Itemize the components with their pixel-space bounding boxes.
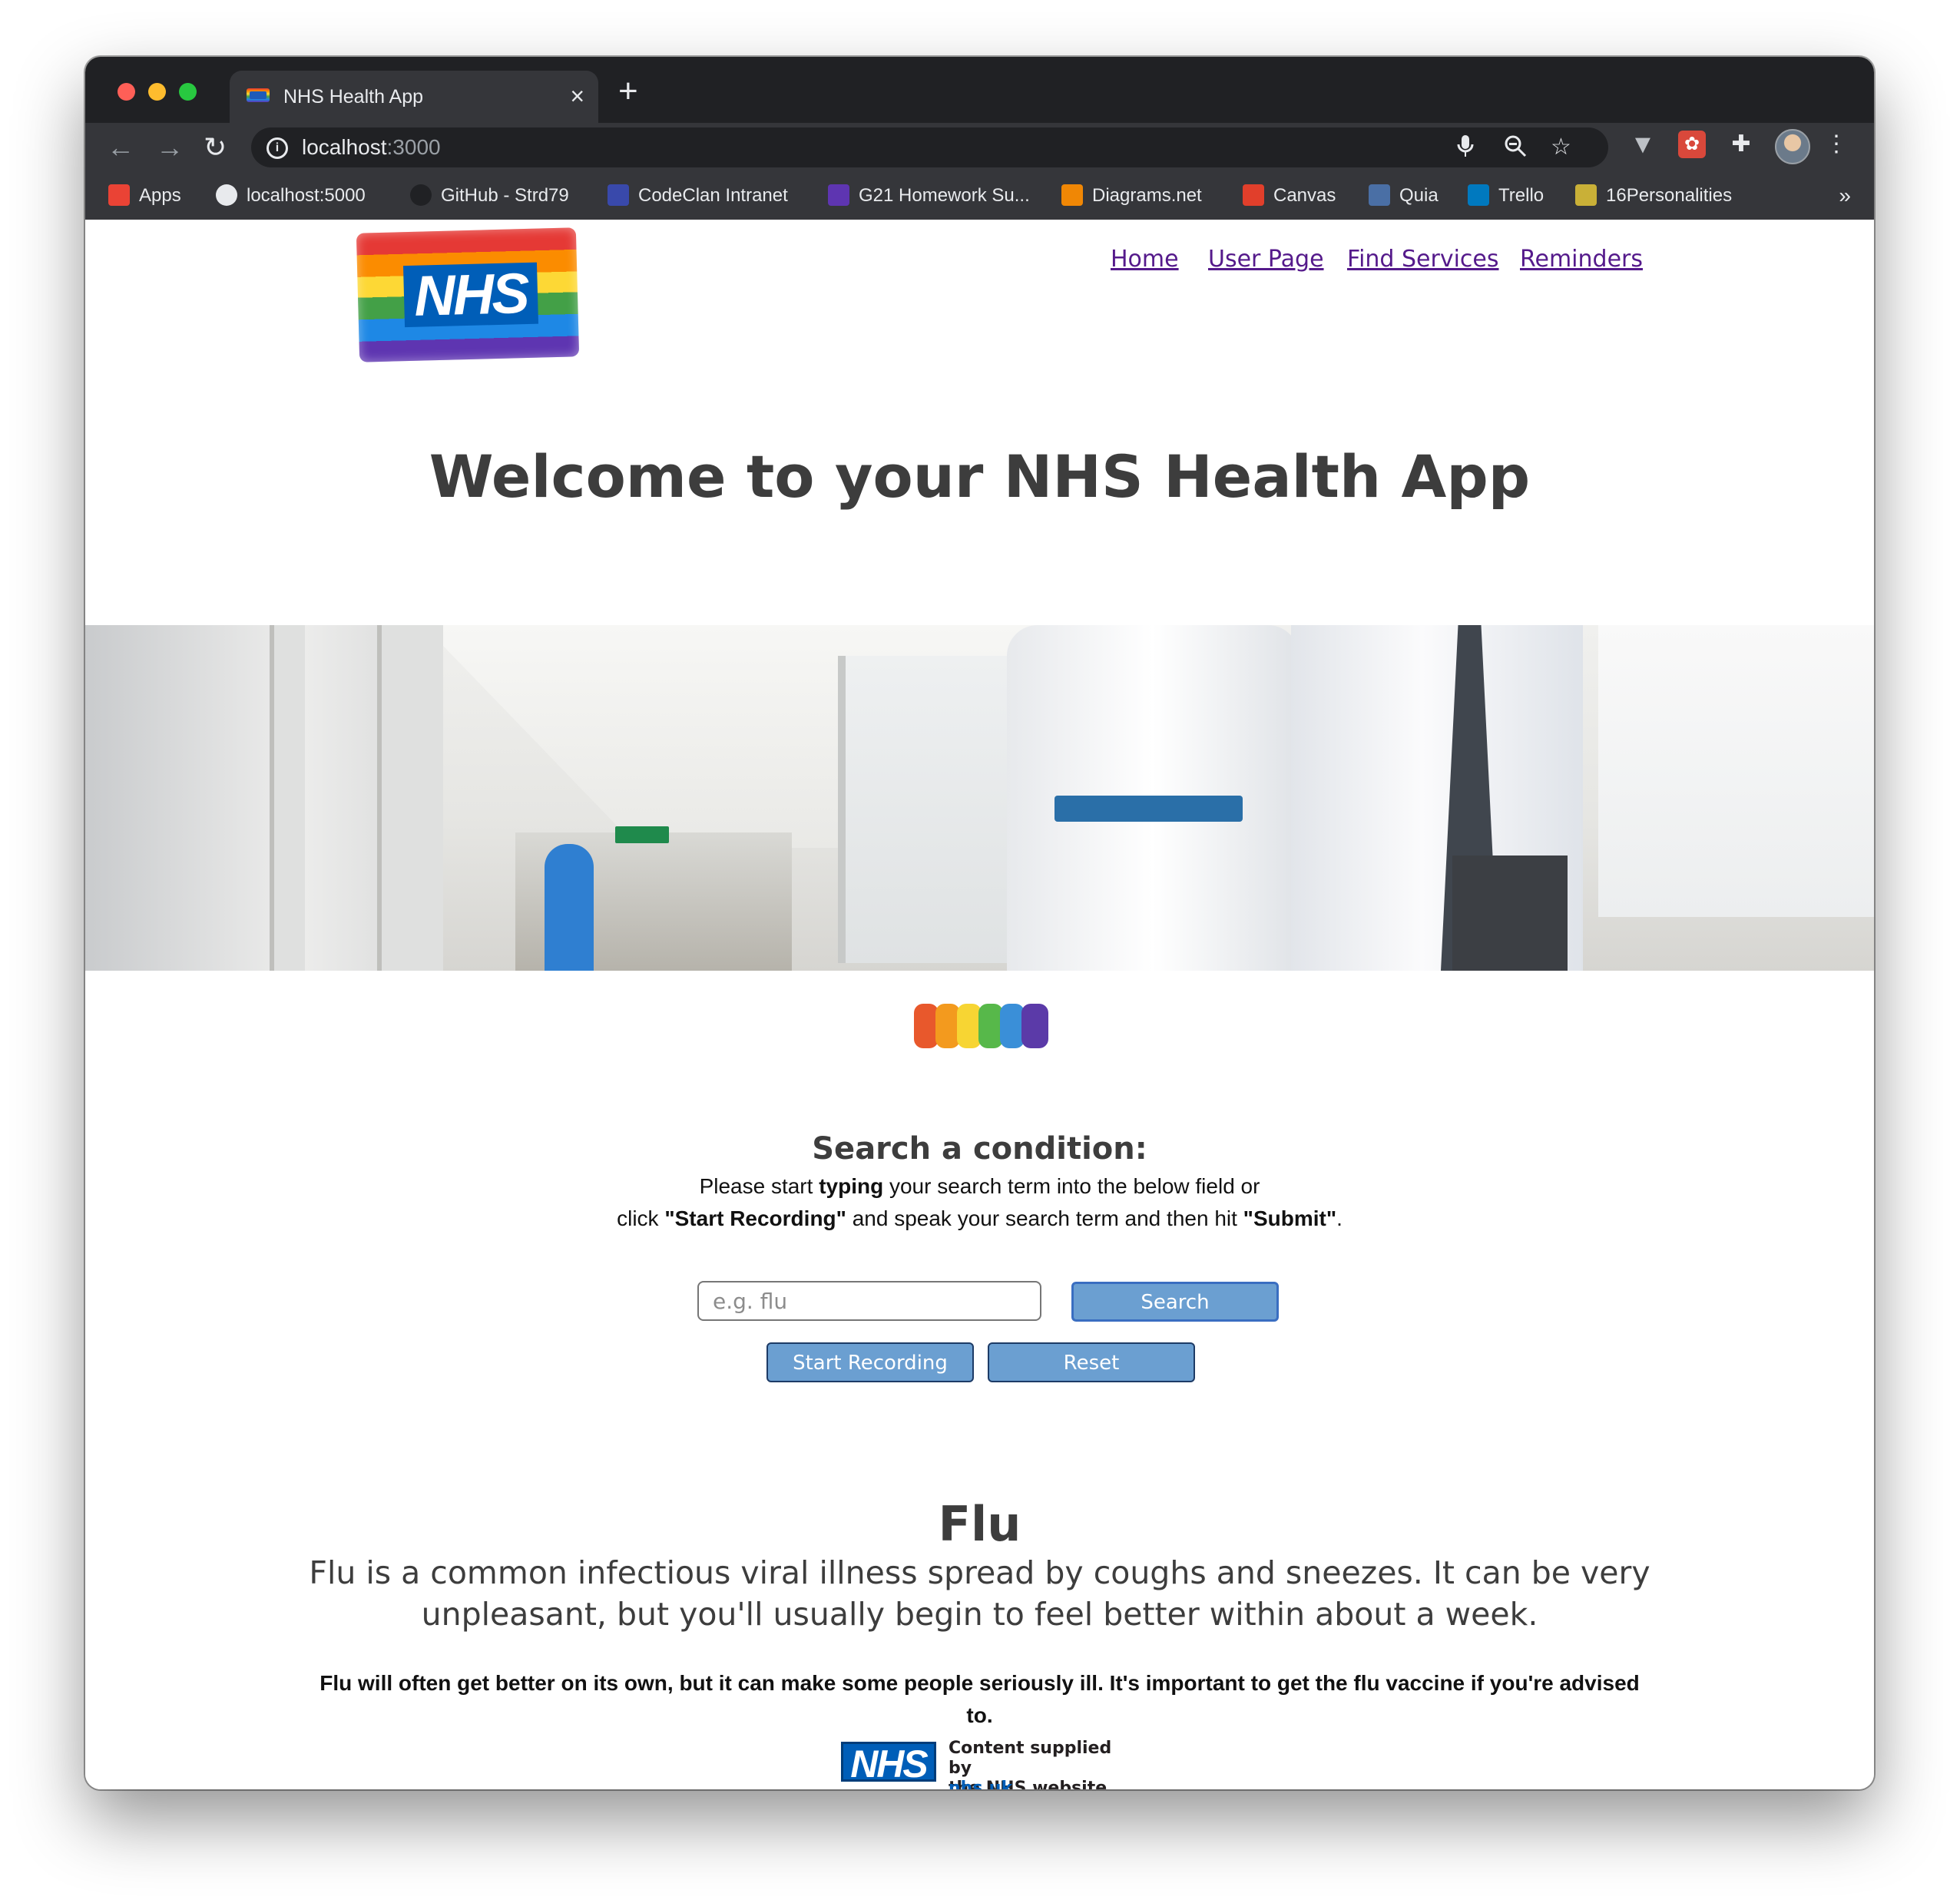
bookmark-star-icon[interactable]: ☆: [1551, 134, 1571, 161]
rainbow-flag-icon: [914, 999, 1048, 1053]
bookmark-label: 16Personalities: [1606, 185, 1733, 206]
instructions-line-1: Please start typing your search term int…: [699, 1174, 1260, 1198]
condition-lead: Flu is a common infectious viral illness…: [309, 1554, 1650, 1633]
nhs-uk-link[interactable]: nhs.uk: [949, 1779, 1012, 1789]
nav-user-page[interactable]: User Page: [1208, 246, 1324, 273]
forward-arrow-icon[interactable]: →: [156, 131, 184, 164]
bookmark-localhost-5000[interactable]: localhost:5000: [216, 183, 366, 209]
bookmark-diagrams-net[interactable]: Diagrams.net: [1061, 183, 1202, 209]
bookmark-label: CodeClan Intranet: [638, 185, 788, 206]
instructions-line-2: click "Start Recording" and speak your s…: [617, 1206, 1343, 1230]
bookmark-quia[interactable]: Quia: [1369, 183, 1439, 209]
bookmark-canvas[interactable]: Canvas: [1243, 183, 1336, 209]
zoom-icon[interactable]: [1503, 134, 1528, 165]
page-content: NHS Home User Page Find Services Reminde…: [85, 220, 1874, 1789]
address-bar[interactable]: i localhost:3000 ☆: [251, 127, 1608, 167]
minimize-window-button[interactable]: [148, 83, 166, 101]
reset-button[interactable]: Reset: [988, 1342, 1195, 1382]
search-button[interactable]: Search: [1071, 1282, 1279, 1322]
search-instructions: Please start typing your search term int…: [85, 1170, 1874, 1235]
bookmark-label: Apps: [139, 185, 181, 206]
condition-title: Flu: [938, 1496, 1021, 1553]
diagrams-icon: [1061, 184, 1083, 206]
tab-title: NHS Health App: [283, 86, 424, 108]
bookmark-github-strd79[interactable]: GitHub - Strd79: [410, 183, 569, 209]
bookmark-codeclan-intranet[interactable]: CodeClan Intranet: [608, 183, 788, 209]
ghostery-extension-icon[interactable]: ▼: [1629, 131, 1657, 158]
browser-toolbar: ← → ↻ i localhost:3000 ☆ ▼ ✿ ✚ ⋮: [85, 123, 1874, 172]
bookmark-label: Quia: [1399, 185, 1439, 206]
apps-grid-icon: [108, 184, 130, 206]
nhs-attribution-logo: NHS: [841, 1742, 936, 1784]
bookmark-label: GitHub - Strd79: [441, 185, 569, 206]
page-title: Welcome to your NHS Health App: [429, 442, 1531, 511]
tab-nhs-health-app[interactable]: NHS Health App ×: [230, 71, 598, 123]
bookmark-g21-homework-su[interactable]: G21 Homework Su...: [828, 183, 1030, 209]
nav-find-services[interactable]: Find Services: [1347, 246, 1499, 273]
site-info-icon[interactable]: i: [267, 137, 288, 159]
browser-menu-icon[interactable]: ⋮: [1823, 131, 1850, 158]
hospital-corridor-image: [85, 625, 1874, 971]
nhs-logo-text: NHS: [402, 261, 539, 328]
bookmarks-bar: 16Personalities Trello Quia Canvas Diagrams.…: [85, 172, 1874, 220]
tab-close-icon[interactable]: ×: [570, 81, 584, 111]
bookmark-trello[interactable]: Trello: [1468, 183, 1544, 209]
canvas-icon: [1243, 184, 1264, 206]
condition-note: Flu will often get better on its own, bu…: [319, 1671, 1640, 1727]
start-recording-button[interactable]: Start Recording: [766, 1342, 974, 1382]
nav-reminders[interactable]: Reminders: [1520, 246, 1643, 273]
back-arrow-icon[interactable]: ←: [107, 131, 134, 164]
search-heading: Search a condition:: [812, 1131, 1147, 1167]
github-icon: [410, 184, 432, 206]
globe-icon: [216, 184, 237, 206]
url-port: :3000: [386, 135, 441, 159]
profile-avatar[interactable]: [1775, 129, 1810, 164]
list-icon: [828, 184, 849, 206]
new-tab-button[interactable]: +: [618, 74, 638, 109]
reload-icon[interactable]: ↻: [204, 131, 227, 164]
bookmark-label: Diagrams.net: [1092, 185, 1202, 206]
nhs-rainbow-logo[interactable]: NHS: [356, 227, 580, 362]
bookmark-label: Canvas: [1273, 185, 1336, 206]
bookmark-16personalities[interactable]: 16Personalities: [1575, 183, 1732, 209]
bookmark-label: G21 Homework Su...: [859, 185, 1030, 206]
codeclan-icon: [608, 184, 629, 206]
bookmark-apps[interactable]: Apps: [108, 183, 181, 209]
microphone-icon[interactable]: [1457, 134, 1474, 165]
nhs-attribution[interactable]: NHS Content supplied by the NHS website …: [841, 1739, 1133, 1789]
nav-home[interactable]: Home: [1111, 246, 1179, 273]
close-window-button[interactable]: [118, 83, 135, 101]
url-host: localhost: [302, 135, 387, 159]
trello-icon: [1468, 184, 1489, 206]
bookmark-label: Trello: [1498, 185, 1544, 206]
url-text: localhost:3000: [302, 135, 441, 160]
browser-window: NHS Health App × + ← → ↻ i localhost:300…: [85, 57, 1874, 1789]
extensions-puzzle-icon[interactable]: ✚: [1727, 131, 1755, 158]
tab-bar: NHS Health App × +: [85, 57, 1874, 123]
personalities-icon: [1575, 184, 1597, 206]
search-input[interactable]: [697, 1281, 1041, 1321]
red-extension-icon[interactable]: ✿: [1678, 131, 1706, 158]
bookmark-label: localhost:5000: [247, 185, 366, 206]
bookmarks-more-button[interactable]: »: [1839, 183, 1851, 209]
nhs-favicon-icon: [247, 88, 270, 102]
maximize-window-button[interactable]: [179, 83, 197, 101]
quia-icon: [1369, 184, 1390, 206]
